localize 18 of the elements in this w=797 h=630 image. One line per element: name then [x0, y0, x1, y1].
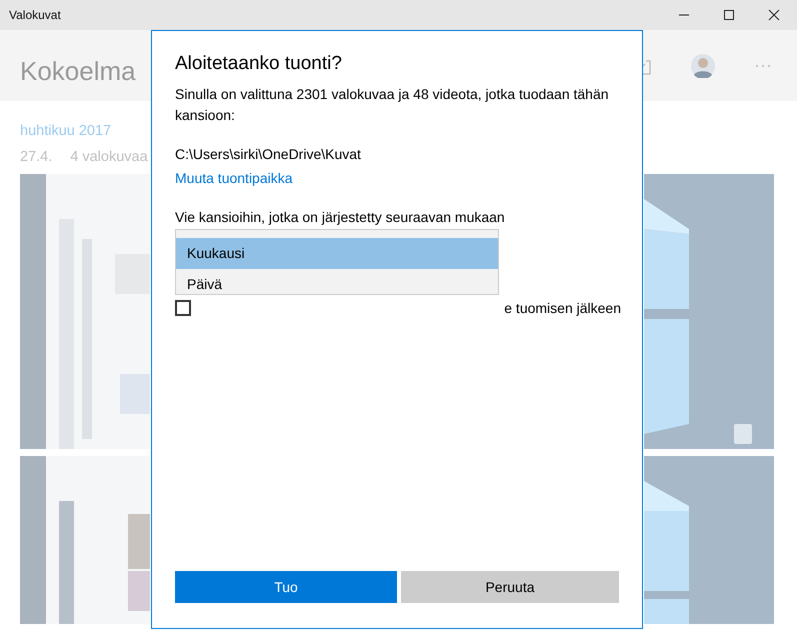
photo-count: 4 valokuvaa [70, 149, 148, 165]
page-title: Kokoelma [20, 56, 136, 87]
folder-sort-label: Vie kansioihin, jotka on järjestetty seuraavan mukaan [175, 208, 505, 227]
dialog-message: Sinulla on valittuna 2301 valokuvaa ja 48 videota, jotka tuodaan tähän kansioon: [175, 85, 610, 125]
checkbox-label: e tuomisen jälkeen [504, 300, 621, 316]
delete-checkbox[interactable] [175, 300, 191, 316]
import-button[interactable]: Tuo [175, 571, 397, 603]
cancel-button[interactable]: Peruuta [401, 571, 619, 603]
dropdown-option[interactable]: Päivä [176, 269, 498, 300]
folder-path: C:\Users\sirki\OneDrive\Kuvat [175, 146, 361, 162]
dialog-title: Aloitetaanko tuonti? [175, 53, 342, 75]
close-icon[interactable] [768, 9, 780, 21]
maximize-icon[interactable] [723, 9, 735, 21]
avatar-icon[interactable] [691, 54, 715, 78]
window-title: Valokuvat [9, 8, 61, 22]
change-location-link[interactable]: Muuta tuontipaikka [175, 170, 293, 186]
dropdown-option[interactable]: Kuukausi [176, 238, 498, 269]
date-label: 27.4. [20, 149, 52, 165]
